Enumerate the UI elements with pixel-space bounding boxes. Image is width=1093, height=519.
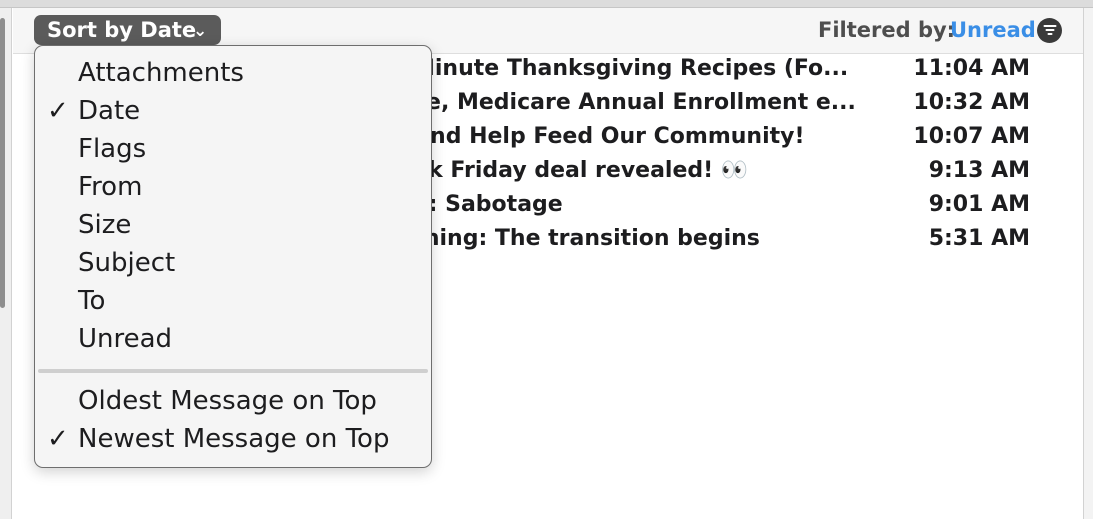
message-subject: n: Sabotage	[413, 192, 563, 217]
menu-item-label: Oldest Message on Top	[78, 386, 377, 416]
menu-item-label: Newest Message on Top	[78, 424, 390, 454]
filter-value-link[interactable]: Unread	[950, 17, 1036, 43]
message-subject: rning: The transition begins	[413, 226, 760, 251]
menu-item-label: Flags	[78, 134, 147, 164]
menu-item-flags[interactable]: Flags	[35, 130, 431, 168]
menu-item-size[interactable]: Size	[35, 206, 431, 244]
filter-icon[interactable]	[1037, 18, 1062, 43]
message-time: 10:32 AM	[913, 90, 1030, 115]
menu-item-attachments[interactable]: Attachments	[35, 54, 431, 92]
menu-item-label: From	[78, 172, 143, 202]
message-time: 9:13 AM	[928, 158, 1030, 183]
filter-label: Filtered by:	[818, 18, 956, 42]
menu-item-label: Date	[78, 96, 141, 126]
menu-item-date[interactable]: ✓ Date	[35, 92, 431, 130]
menu-item-label: To	[78, 286, 106, 316]
message-subject: ok Friday deal revealed! 👀	[413, 158, 749, 183]
menu-item-from[interactable]: From	[35, 168, 431, 206]
menu-item-label: Attachments	[78, 58, 244, 88]
menu-item-label: Unread	[78, 324, 173, 354]
sort-button-label: Sort by Date	[47, 18, 197, 42]
menu-item-to[interactable]: To	[35, 282, 431, 320]
message-time: 11:04 AM	[913, 56, 1030, 81]
menu-item-oldest-on-top[interactable]: Oldest Message on Top	[35, 382, 431, 420]
message-time: 9:01 AM	[928, 192, 1030, 217]
menu-item-newest-on-top[interactable]: ✓ Newest Message on Top	[35, 420, 431, 458]
menu-item-label: Subject	[78, 248, 176, 278]
message-time: 10:07 AM	[913, 124, 1030, 149]
message-time: 5:31 AM	[928, 226, 1030, 251]
menu-item-label: Size	[78, 210, 132, 240]
left-scrollbar-thumb[interactable]	[0, 18, 5, 308]
message-subject: ce, Medicare Annual Enrollment e...	[413, 90, 856, 115]
sort-by-button[interactable]: Sort by Date ⌄	[34, 15, 221, 45]
checkmark-icon: ✓	[47, 424, 69, 454]
sort-menu: Attachments ✓ Date Flags From Size Subje…	[34, 45, 432, 468]
window-top-border	[0, 0, 1093, 8]
right-pane-edge	[1083, 8, 1093, 519]
chevron-down-icon: ⌄	[193, 21, 208, 41]
menu-item-subject[interactable]: Subject	[35, 244, 431, 282]
menu-separator	[38, 369, 428, 373]
message-subject: And Help Feed Our Community!	[413, 124, 805, 149]
message-subject: Minute Thanksgiving Recipes (Fo...	[413, 56, 849, 81]
menu-item-unread[interactable]: Unread	[35, 320, 431, 358]
checkmark-icon: ✓	[47, 96, 69, 126]
